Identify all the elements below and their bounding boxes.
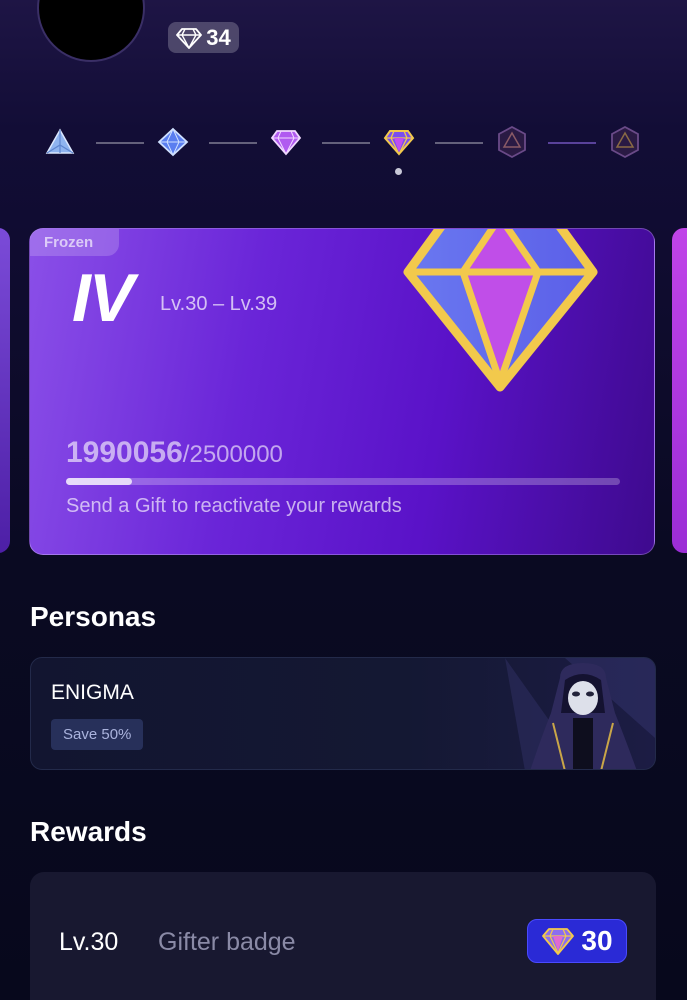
tier-numeral: IV bbox=[72, 260, 134, 336]
diamond-icon bbox=[542, 928, 575, 955]
tier-progress-track bbox=[0, 120, 687, 180]
personas-title: Personas bbox=[30, 601, 157, 632]
badge-level: 30 bbox=[581, 925, 613, 956]
progress-bar-fill bbox=[66, 478, 133, 485]
tier-1-icon[interactable] bbox=[42, 124, 78, 160]
gem-tier-icon bbox=[403, 229, 598, 392]
tier-5-locked-icon[interactable] bbox=[494, 124, 530, 160]
level-chip-value: 34 bbox=[206, 24, 231, 50]
tier-2-icon[interactable] bbox=[155, 124, 191, 160]
reward-level: Lv.30 bbox=[59, 928, 119, 956]
gifter-badge: 30 bbox=[527, 919, 627, 963]
tier-4-icon[interactable] bbox=[381, 124, 417, 160]
progress-bar bbox=[66, 478, 620, 485]
persona-name: ENIGMA bbox=[51, 681, 134, 704]
discount-badge: Save 50% bbox=[51, 719, 144, 750]
progress-total: /2500000 bbox=[182, 441, 283, 468]
reactivate-message: Send a Gift to reactivate your rewards bbox=[66, 495, 402, 517]
tier-3-icon[interactable] bbox=[268, 124, 304, 160]
next-tier-card[interactable] bbox=[672, 228, 687, 553]
current-tier-indicator bbox=[395, 168, 402, 175]
progress-text: 1990056/2500000 bbox=[66, 436, 283, 470]
progress-current: 1990056 bbox=[66, 436, 183, 469]
diamond-icon bbox=[176, 27, 203, 49]
rewards-title: Rewards bbox=[30, 816, 147, 847]
status-tag: Frozen bbox=[30, 229, 119, 256]
persona-card[interactable]: ENIGMA Save 50% bbox=[30, 657, 656, 770]
reward-name: Gifter badge bbox=[158, 928, 296, 956]
level-range: Lv.30 – Lv.39 bbox=[160, 293, 278, 315]
masked-figure-image bbox=[505, 658, 655, 769]
avatar[interactable] bbox=[37, 0, 145, 62]
reward-row[interactable]: Lv.30 Gifter badge 30 bbox=[30, 872, 656, 1000]
tier-card[interactable]: Frozen IV Lv.30 – Lv.39 1990056/2500000 … bbox=[29, 228, 655, 555]
level-chip: 34 bbox=[168, 22, 239, 53]
previous-tier-card[interactable] bbox=[0, 228, 10, 553]
tier-6-locked-icon[interactable] bbox=[607, 124, 643, 160]
